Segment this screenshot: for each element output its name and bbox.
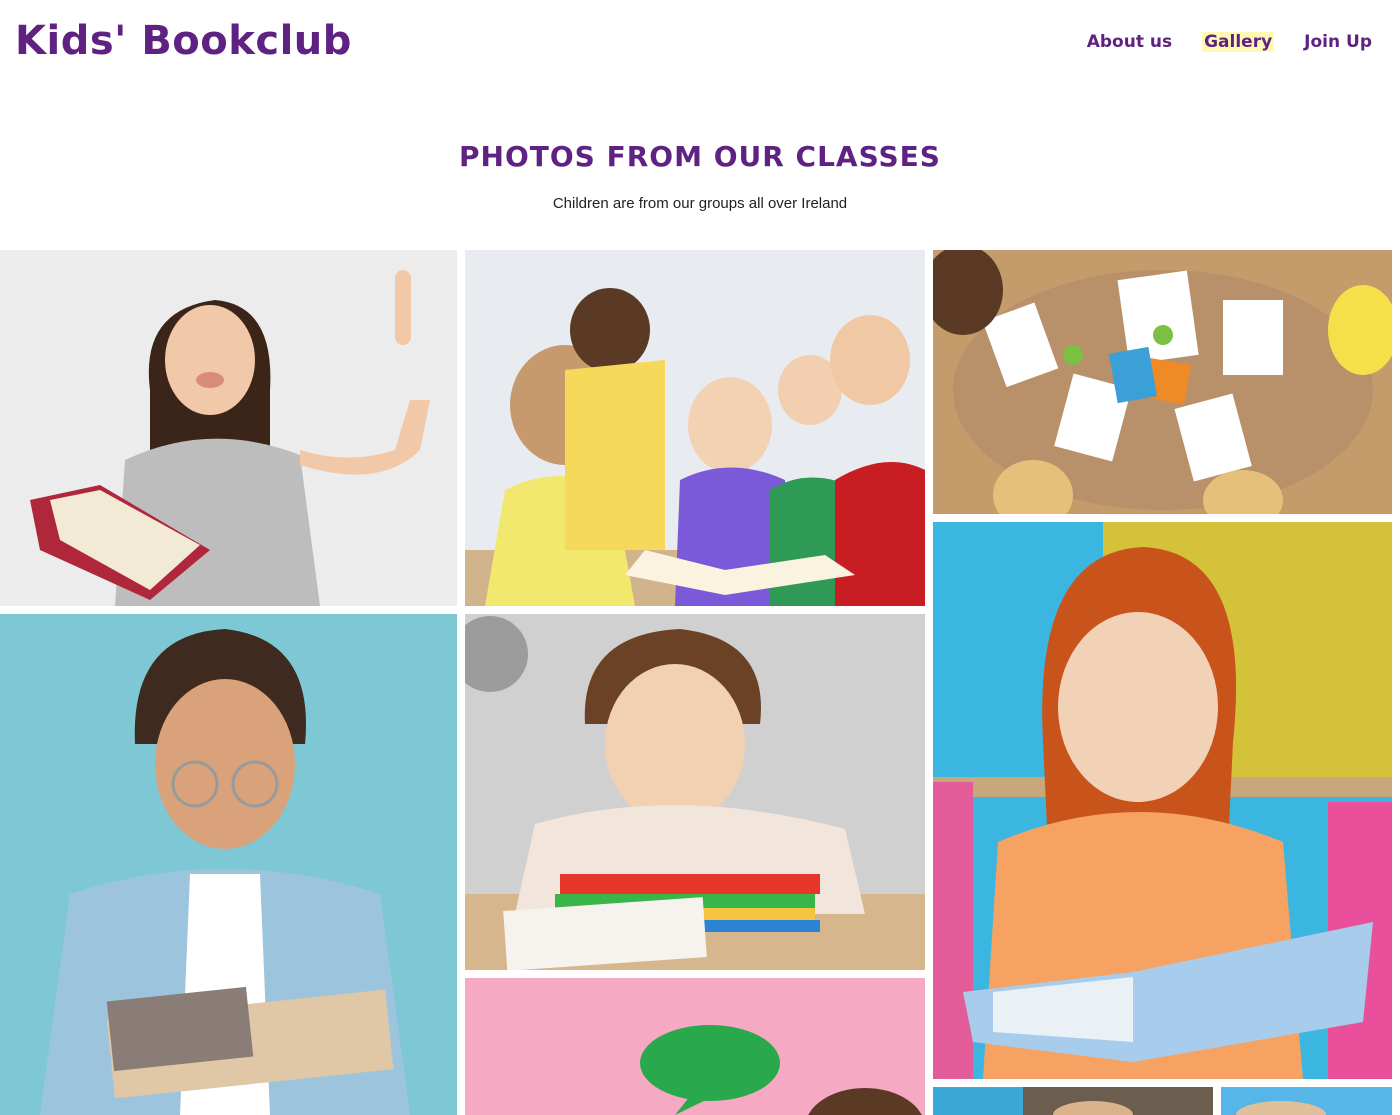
photo-pink-speech-bubble[interactable] xyxy=(465,978,925,1115)
nav-gallery[interactable]: Gallery xyxy=(1202,32,1275,52)
photo-redhead-girl-with-book[interactable] xyxy=(933,522,1392,1079)
nav-about-us[interactable]: About us xyxy=(1087,32,1172,52)
photo-girl-raising-finger-with-book[interactable] xyxy=(0,250,457,606)
photo-children-drawing-at-table[interactable] xyxy=(933,250,1392,514)
nav-join-up[interactable]: Join Up xyxy=(1304,32,1372,52)
main-nav: About us Gallery Join Up xyxy=(1087,32,1372,52)
gallery-heading: PHOTOS FROM OUR CLASSES xyxy=(459,140,941,173)
photo-boy-with-glasses-reading[interactable] xyxy=(0,614,457,1115)
site-logo-title[interactable]: Kids' Bookclub xyxy=(15,18,352,64)
gallery-subtitle: Children are from our groups all over Ir… xyxy=(552,195,848,212)
photo-partial-bottom-right-1[interactable] xyxy=(933,1087,1213,1115)
photo-smiling-girl-on-books[interactable] xyxy=(465,614,925,970)
photo-partial-bottom-right-2[interactable] xyxy=(1221,1087,1392,1115)
photo-children-reading-together[interactable] xyxy=(465,250,925,606)
